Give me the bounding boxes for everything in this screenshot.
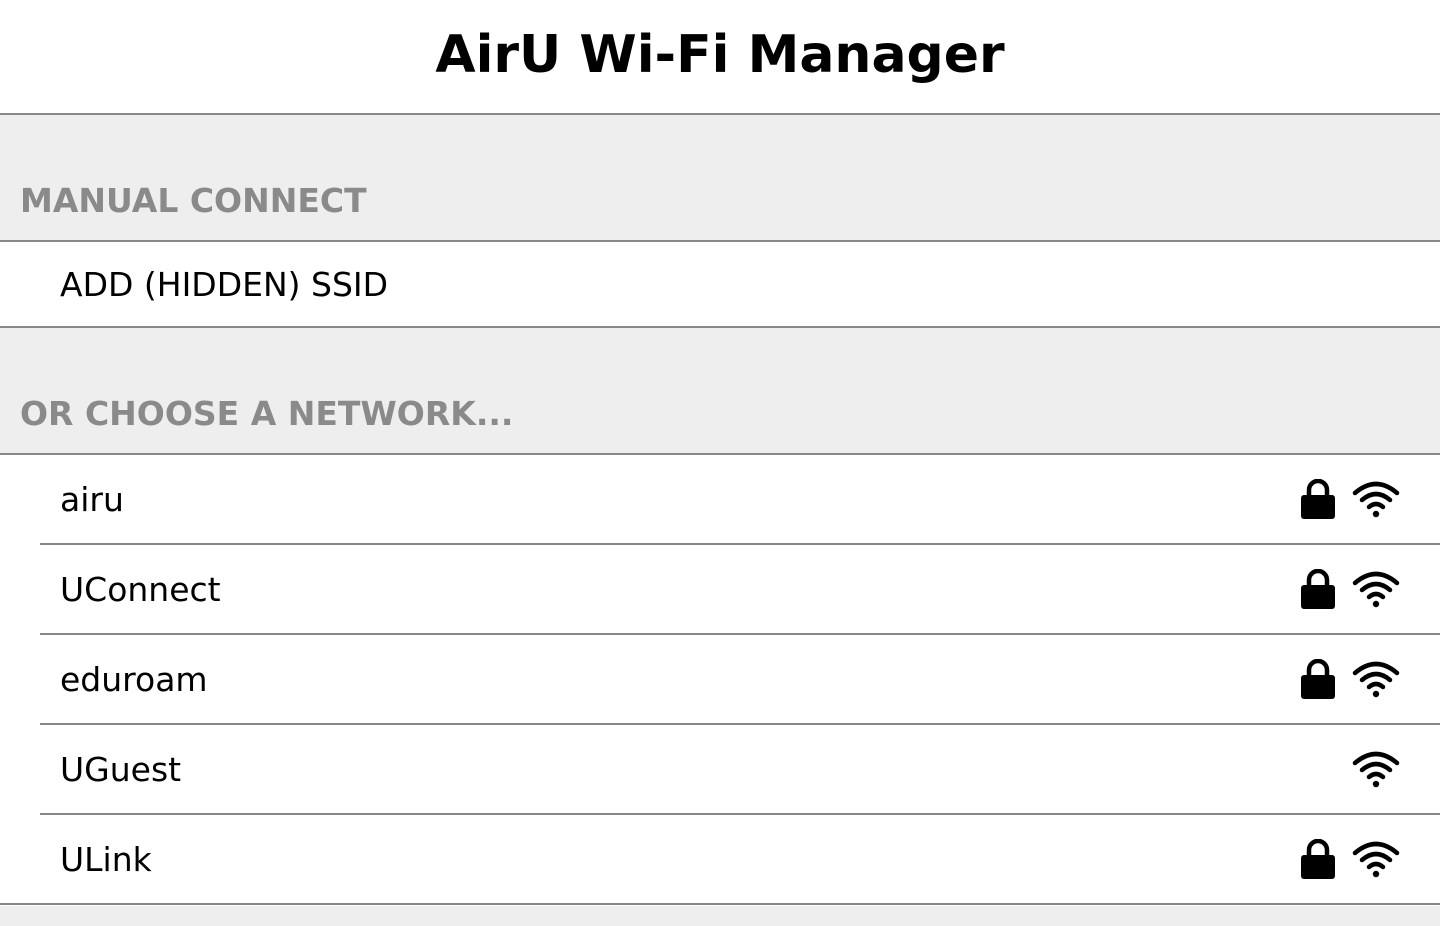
wifi-icon — [1352, 656, 1400, 702]
network-item[interactable]: ULink — [0, 815, 1440, 905]
wifi-icon — [1352, 836, 1400, 882]
choose-network-section-header: OR CHOOSE A NETWORK... — [0, 328, 1440, 455]
add-hidden-ssid-label: ADD (HIDDEN) SSID — [60, 264, 389, 304]
network-ssid: ULink — [60, 839, 152, 879]
choose-network-label: OR CHOOSE A NETWORK... — [20, 394, 514, 433]
lock-icon — [1300, 836, 1336, 882]
network-item[interactable]: UGuest — [40, 725, 1440, 815]
network-ssid: UConnect — [60, 569, 221, 609]
network-ssid: airu — [60, 479, 124, 519]
wifi-icon — [1352, 566, 1400, 612]
network-item[interactable]: airu — [40, 455, 1440, 545]
network-ssid: eduroam — [60, 659, 208, 699]
app-header: AirU Wi-Fi Manager — [0, 0, 1440, 115]
manual-connect-section-header: MANUAL CONNECT — [0, 115, 1440, 242]
manual-connect-label: MANUAL CONNECT — [20, 181, 367, 220]
wifi-manager-app: AirU Wi-Fi Manager MANUAL CONNECT ADD (H… — [0, 0, 1440, 926]
network-list: airu UConnect eduroam UGuest ULink — [0, 455, 1440, 905]
add-hidden-ssid-button[interactable]: ADD (HIDDEN) SSID — [0, 242, 1440, 328]
page-title: AirU Wi-Fi Manager — [435, 24, 1005, 85]
wifi-icon — [1352, 746, 1400, 792]
network-ssid: UGuest — [60, 749, 182, 789]
network-item[interactable]: UConnect — [40, 545, 1440, 635]
footer-strip — [0, 906, 1440, 926]
lock-icon — [1300, 566, 1336, 612]
lock-icon — [1300, 476, 1336, 522]
lock-icon — [1300, 746, 1336, 792]
lock-icon — [1300, 656, 1336, 702]
network-item[interactable]: eduroam — [40, 635, 1440, 725]
wifi-icon — [1352, 476, 1400, 522]
